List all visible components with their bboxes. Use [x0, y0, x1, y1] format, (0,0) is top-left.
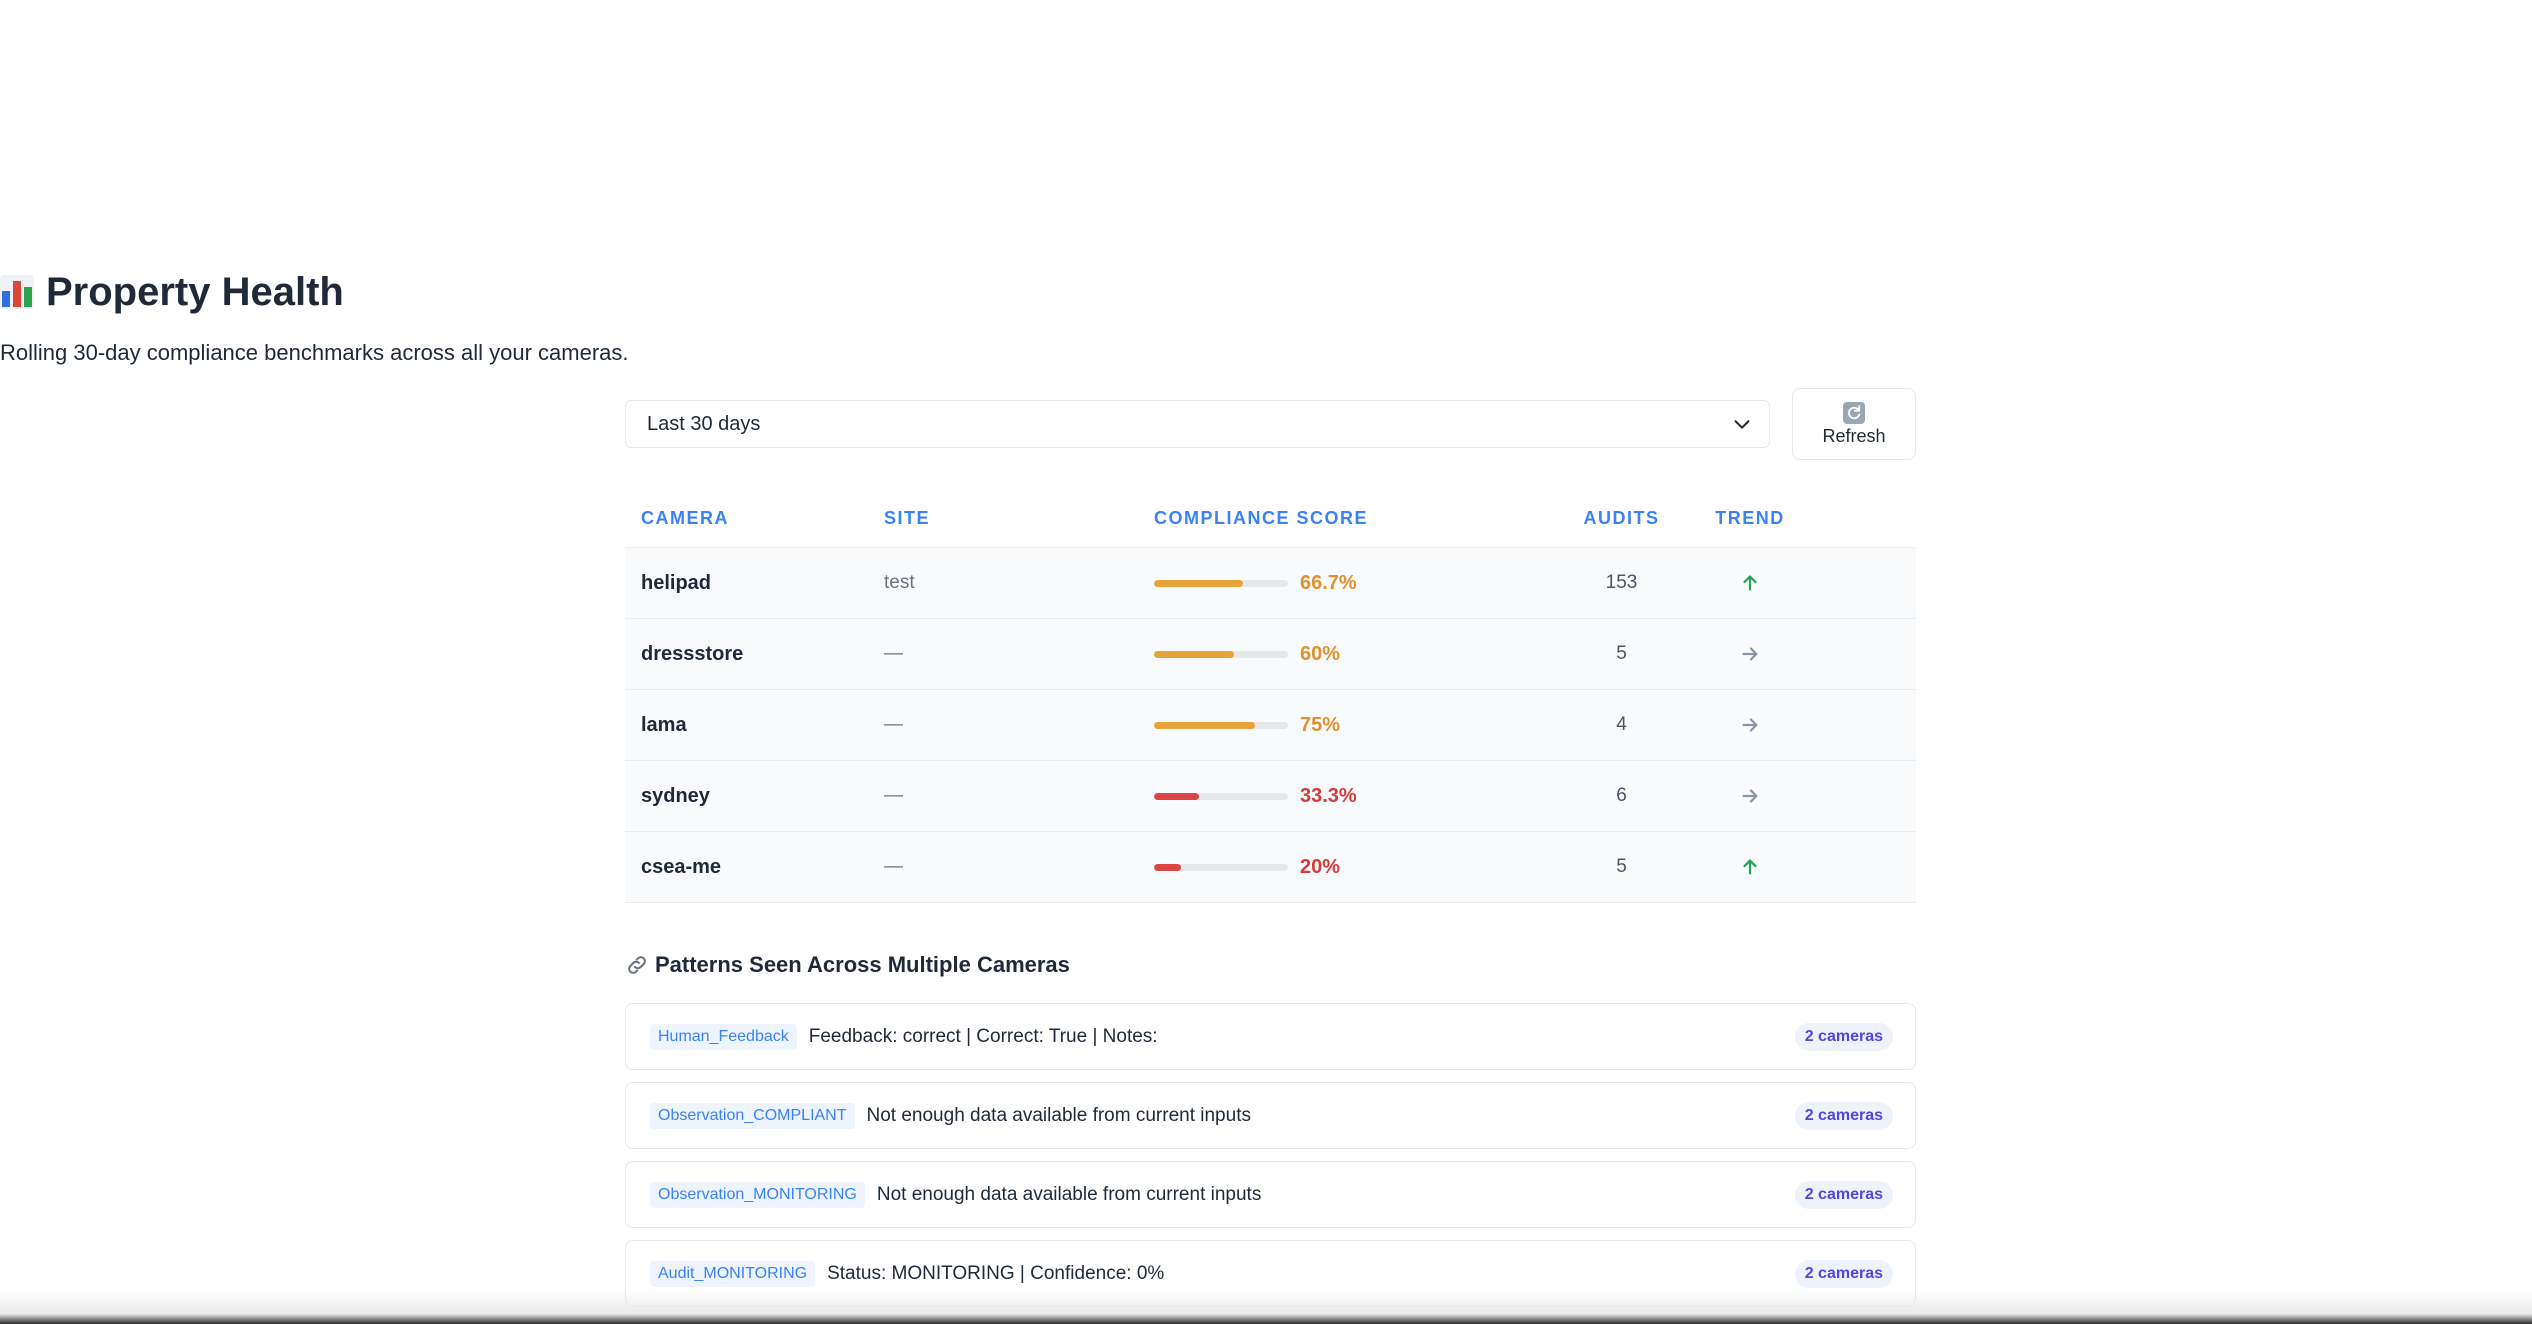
table-row[interactable]: dressstore — 60% 5 [625, 619, 1916, 690]
audit-count: 5 [1616, 643, 1627, 664]
site-name: — [884, 856, 903, 877]
trend-cell [1684, 856, 1816, 878]
compliance-table: CAMERA SITE COMPLIANCE SCORE AUDITS TREN… [625, 490, 1916, 903]
date-range-value: Last 30 days [647, 412, 761, 435]
score-bar-track [1154, 792, 1288, 800]
up-arrow-icon [1743, 575, 1757, 591]
page-title-text: Property Health [46, 269, 344, 314]
score-bar-fill [1154, 579, 1244, 587]
table-row[interactable]: sydney — 33.3% 6 [625, 761, 1916, 832]
patterns-heading: Patterns Seen Across Multiple Cameras [625, 952, 1070, 978]
header-compliance-score[interactable]: COMPLIANCE SCORE [1154, 508, 1559, 529]
site-name: — [884, 785, 903, 806]
refresh-button[interactable]: Refresh [1792, 388, 1916, 460]
camera-name: lama [641, 713, 687, 736]
pattern-card[interactable]: Human_Feedback Feedback: correct | Correc… [625, 1003, 1916, 1070]
audit-count: 153 [1605, 572, 1638, 593]
up-arrow-icon [1743, 859, 1757, 875]
score-percent: 66.7% [1300, 571, 1357, 594]
camera-count-badge: 2 cameras [1794, 1259, 1893, 1288]
camera-count-badge: 2 cameras [1794, 1180, 1893, 1209]
pattern-text: Not enough data available from current i… [866, 1104, 1251, 1126]
pattern-tag: Observation_COMPLIANT [650, 1102, 855, 1129]
refresh-icon [1843, 401, 1865, 424]
right-arrow-icon [1742, 718, 1758, 732]
pattern-tag: Audit_MONITORING [650, 1260, 816, 1287]
trend-cell [1684, 643, 1816, 665]
score-bar-fill [1154, 721, 1255, 729]
table-header: CAMERA SITE COMPLIANCE SCORE AUDITS TREN… [625, 490, 1916, 548]
site-name: — [884, 714, 903, 735]
compliance-score: 66.7% [1154, 572, 1559, 595]
score-bar-fill [1154, 792, 1199, 800]
site-name: — [884, 643, 903, 664]
score-bar-fill [1154, 650, 1235, 658]
bar-chart-icon [0, 275, 34, 309]
page-title: Property Health [0, 266, 344, 318]
right-arrow-icon [1742, 789, 1758, 803]
score-percent: 60% [1300, 642, 1341, 665]
compliance-score: 75% [1154, 714, 1559, 737]
camera-name: csea-me [641, 855, 722, 878]
header-audits[interactable]: AUDITS [1559, 508, 1684, 529]
score-percent: 33.3% [1300, 784, 1357, 807]
audit-count: 4 [1616, 714, 1627, 735]
score-bar-track [1154, 721, 1288, 729]
score-percent: 20% [1300, 855, 1341, 878]
audit-count: 6 [1616, 785, 1627, 806]
compliance-score: 33.3% [1154, 785, 1559, 808]
table-row[interactable]: csea-me — 20% 5 [625, 832, 1916, 903]
camera-name: helipad [641, 571, 712, 594]
camera-count-badge: 2 cameras [1794, 1101, 1893, 1130]
refresh-label: Refresh [1822, 425, 1886, 446]
table-row[interactable]: lama — 75% 4 [625, 690, 1916, 761]
score-bar-fill [1154, 863, 1181, 871]
trend-cell [1684, 785, 1816, 807]
score-bar-track [1154, 863, 1288, 871]
compliance-score: 60% [1154, 643, 1559, 666]
trend-cell [1684, 572, 1816, 594]
score-bar-track [1154, 650, 1288, 658]
trend-cell [1684, 714, 1816, 736]
score-percent: 75% [1300, 713, 1341, 736]
date-range-select[interactable]: Last 30 days [625, 400, 1770, 448]
pattern-tag: Human_Feedback [650, 1023, 797, 1050]
camera-name: sydney [641, 784, 710, 807]
right-arrow-icon [1742, 647, 1758, 661]
pattern-tag: Observation_MONITORING [650, 1181, 865, 1208]
camera-name: dressstore [641, 642, 744, 665]
camera-count-badge: 2 cameras [1794, 1022, 1893, 1051]
score-bar-track [1154, 579, 1288, 587]
site-name: test [884, 572, 915, 593]
audit-count: 5 [1616, 856, 1627, 877]
link-icon [628, 956, 646, 974]
page-subtitle: Rolling 30-day compliance benchmarks acr… [0, 340, 629, 365]
pattern-text: Not enough data available from current i… [876, 1183, 1262, 1205]
header-camera[interactable]: CAMERA [625, 508, 884, 529]
header-site[interactable]: SITE [884, 508, 1154, 529]
pattern-card[interactable]: Observation_MONITORING Not enough data av… [625, 1161, 1916, 1228]
patterns-title: Patterns Seen Across Multiple Cameras [655, 952, 1070, 977]
pattern-text: Status: MONITORING | Confidence: 0% [827, 1262, 1165, 1284]
pattern-card[interactable]: Observation_COMPLIANT Not enough data ava… [625, 1082, 1916, 1149]
chevron-down-icon [1734, 420, 1750, 429]
pattern-text: Feedback: correct | Correct: True | Note… [808, 1025, 1158, 1047]
header-trend[interactable]: TREND [1684, 508, 1816, 529]
table-row[interactable]: helipad test 66.7% 153 [625, 548, 1916, 619]
bottom-edge [0, 1290, 2532, 1324]
compliance-score: 20% [1154, 856, 1559, 879]
